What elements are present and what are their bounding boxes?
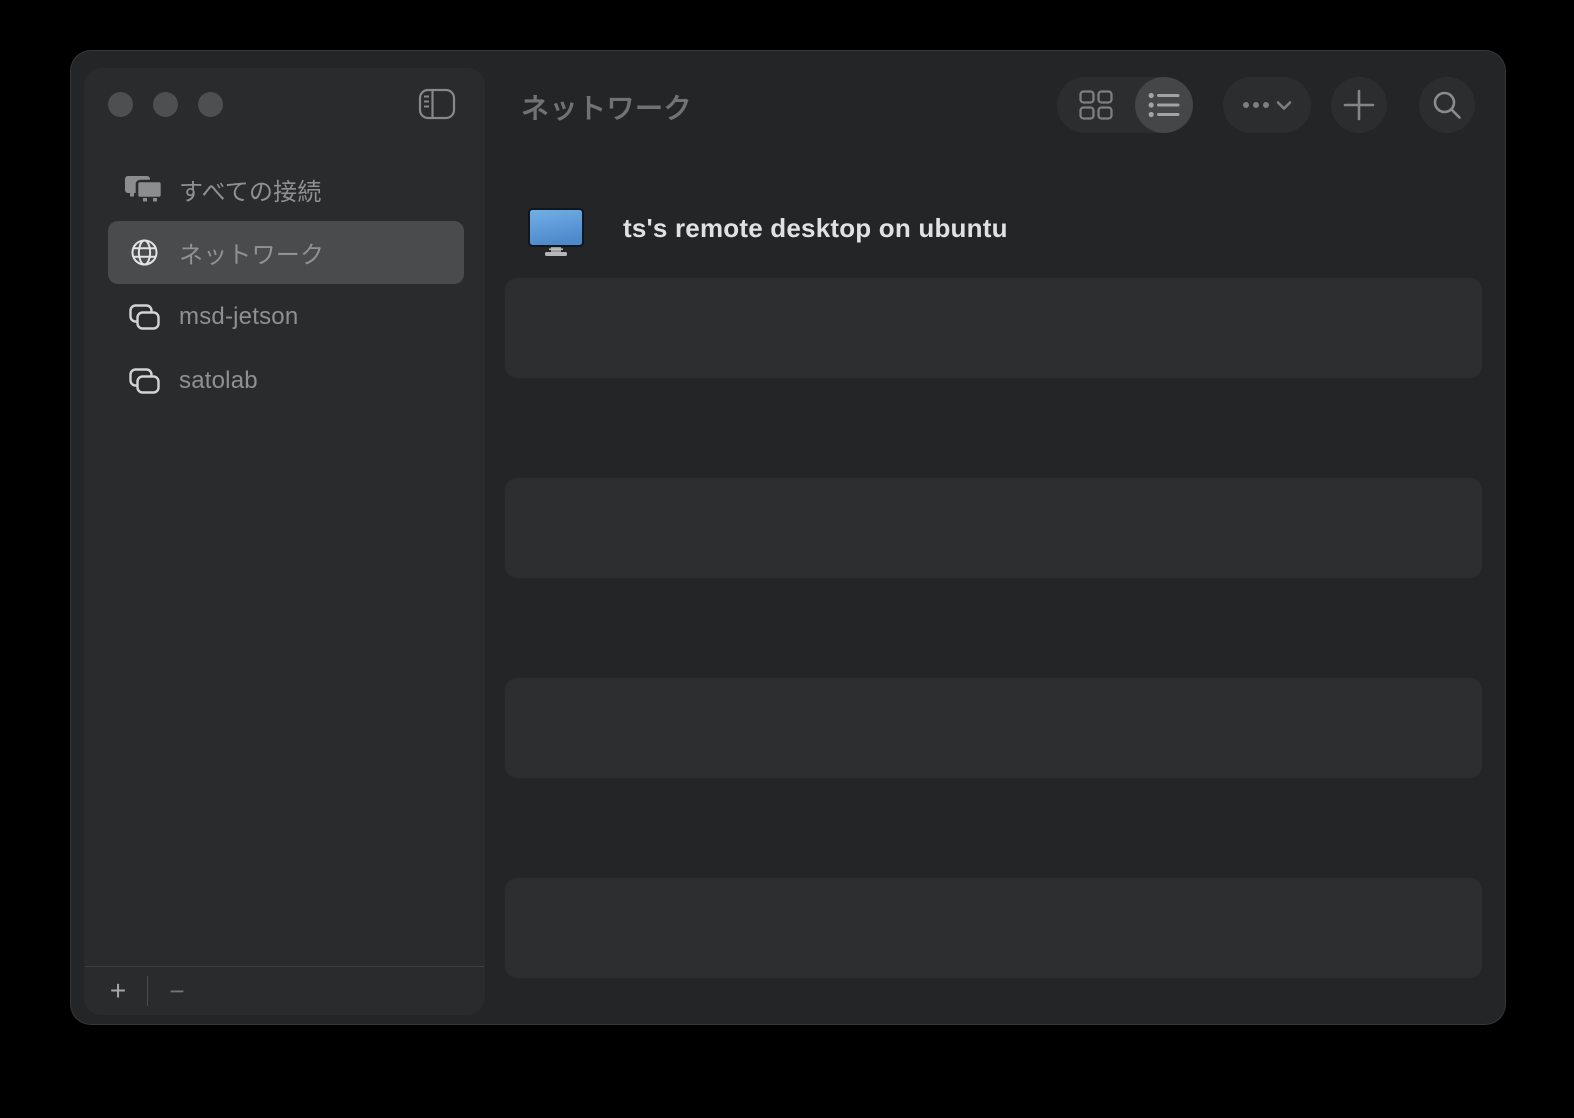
footer-divider	[147, 975, 148, 1006]
sidebar-footer: + −	[85, 966, 484, 1014]
view-mode-segmented-control	[1057, 77, 1193, 133]
add-button[interactable]	[1331, 77, 1387, 133]
sidebar-item-satolab[interactable]: satolab	[108, 349, 464, 413]
empty-list-row	[485, 778, 1507, 878]
globe-icon	[122, 237, 166, 268]
search-button[interactable]	[1419, 77, 1475, 133]
close-button[interactable]	[108, 92, 133, 117]
list-view-button[interactable]	[1135, 77, 1193, 133]
empty-list-row	[485, 578, 1507, 678]
grid-view-button[interactable]	[1057, 77, 1135, 133]
minimize-button[interactable]	[153, 92, 178, 117]
sidebar-toggle-button[interactable]	[415, 83, 459, 125]
sidebar-item-label: ネットワーク	[179, 242, 325, 269]
remove-connection-button[interactable]: −	[162, 977, 192, 1005]
displays-icon	[122, 174, 166, 204]
sidebar-item-label: すべての接続	[179, 178, 322, 206]
sidebar-toggle-icon	[418, 88, 456, 120]
more-options-icon	[1240, 95, 1294, 115]
stacked-windows-icon	[122, 367, 166, 396]
empty-list-stripe	[505, 478, 1482, 578]
sidebar-item-all-connections[interactable]: すべての接続	[108, 157, 464, 221]
connection-list: ts's remote desktop on ubuntu	[485, 178, 1507, 978]
add-icon	[1343, 89, 1375, 121]
more-options-button[interactable]	[1223, 77, 1311, 133]
sidebar-item-msd-jetson[interactable]: msd-jetson	[108, 285, 464, 349]
stacked-windows-icon	[122, 303, 166, 332]
connection-row[interactable]: ts's remote desktop on ubuntu	[485, 178, 1507, 278]
grid-view-icon	[1079, 90, 1113, 120]
sidebar: すべての接続 ネットワーク msd-jetson satolab + −	[85, 69, 484, 1014]
sidebar-item-network[interactable]: ネットワーク	[108, 221, 464, 284]
sidebar-nav: すべての接続 ネットワーク msd-jetson satolab	[85, 157, 484, 413]
desktop-background: すべての接続 ネットワーク msd-jetson satolab + − ネット…	[0, 0, 1574, 1118]
add-connection-button[interactable]: +	[103, 976, 133, 1005]
sidebar-item-label: satolab	[179, 367, 258, 394]
empty-list-stripe	[505, 278, 1482, 378]
zoom-button[interactable]	[198, 92, 223, 117]
traffic-lights	[108, 92, 223, 117]
empty-list-stripe	[505, 678, 1482, 778]
connection-name: ts's remote desktop on ubuntu	[623, 212, 1008, 243]
page-title: ネットワーク	[521, 93, 693, 124]
empty-list-row	[485, 378, 1507, 478]
list-view-icon	[1148, 92, 1180, 118]
sidebar-item-label: msd-jetson	[179, 303, 299, 330]
search-icon	[1432, 90, 1462, 120]
empty-list-stripe	[505, 878, 1482, 978]
blue-monitor-icon	[528, 208, 584, 256]
app-window: すべての接続 ネットワーク msd-jetson satolab + − ネット…	[70, 50, 1506, 1025]
